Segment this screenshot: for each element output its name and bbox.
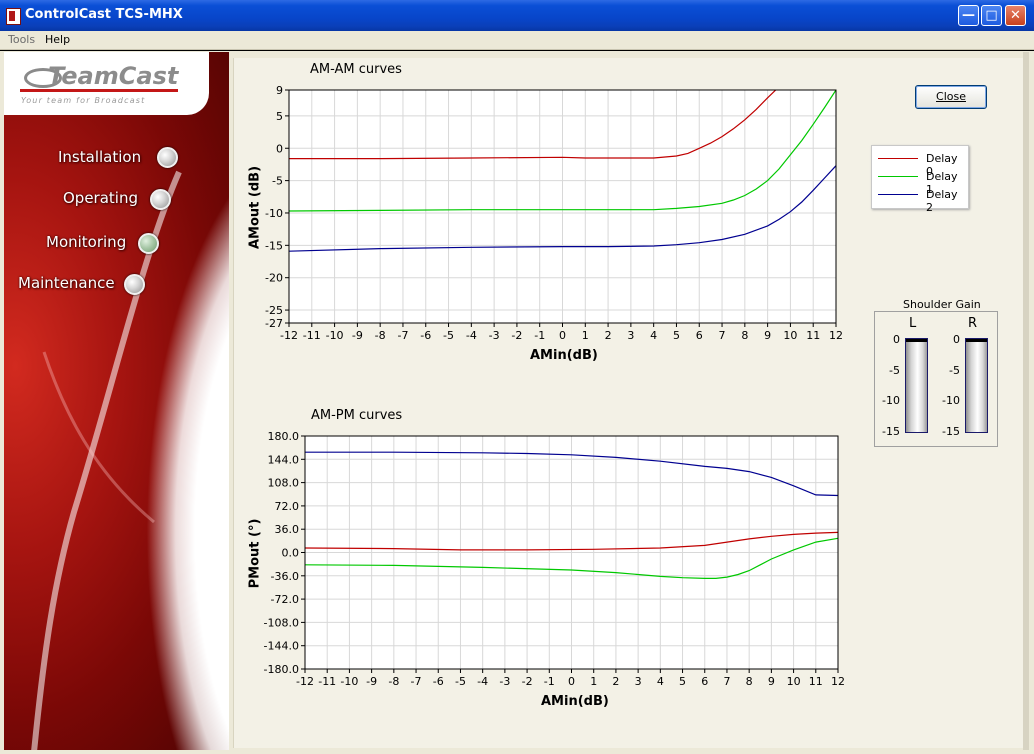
shoulder-gain-left-label: L [909,316,917,331]
sg-right-tick: -10 [942,394,960,407]
legend-swatch [878,176,918,177]
amam-x-tick-label: -3 [489,329,500,342]
amam-x-tick-label: 3 [627,329,634,342]
amam-x-tick-label: 5 [673,329,680,342]
amam-x-tick-label: 6 [696,329,703,342]
amam-x-tick-label: -8 [375,329,386,342]
chart-legend: Delay 0 Delay 1 Delay 2 [871,145,969,214]
shoulder-gain-right-meter [965,338,988,433]
legend-swatch [878,194,918,195]
amam-y-tick-label: -10 [265,207,283,220]
amam-x-tick-label: -7 [397,329,408,342]
amam-x-tick-label: 7 [719,329,726,342]
amam-x-tick-label: -12 [280,329,298,342]
amam-y-tick-label: -27 [265,317,283,330]
sg-right-tick: -15 [942,425,960,438]
meter-level-marker [966,339,987,342]
sg-left-tick: -5 [889,364,900,377]
amam-x-tick-label: 0 [559,329,566,342]
ampm-x-axis-title: AMin(dB) [541,694,609,709]
sg-right-tick: -5 [949,364,960,377]
amam-x-tick-label: -6 [420,329,431,342]
amam-y-tick-label: -25 [265,304,283,317]
amam-x-tick-label: 1 [582,329,589,342]
amam-x-tick-label: -11 [303,329,321,342]
shoulder-gain-title: Shoulder Gain [901,298,983,311]
amam-x-tick-label: -5 [443,329,454,342]
amam-x-tick-label: -1 [534,329,545,342]
amam-x-tick-label: 4 [650,329,657,342]
amam-x-tick-label: -4 [466,329,477,342]
amam-y-tick-label: -15 [265,239,283,252]
amam-x-tick-label: -2 [511,329,522,342]
close-button[interactable]: Close [915,85,987,109]
ampm-chart-title: AM-PM curves [311,408,403,423]
close-button-label: Close [936,90,966,103]
sg-left-tick: -15 [882,425,900,438]
amam-x-tick-label: -9 [352,329,363,342]
legend-swatch [878,158,918,159]
ampm-y-axis-title: PMout (°) [247,518,263,589]
amam-x-tick-label: -10 [326,329,344,342]
amam-x-tick-label: 8 [741,329,748,342]
legend-item-delay-1: Delay 1 [878,170,966,196]
shoulder-gain-right-label: R [968,316,978,331]
meter-level-marker [906,339,927,342]
legend-label: Delay 2 [926,188,958,214]
sg-right-tick: 0 [953,333,960,346]
amam-x-tick-label: 10 [783,329,797,342]
amam-y-tick-label: 5 [276,110,283,123]
amam-y-tick-label: -20 [265,272,283,285]
amam-x-tick-label: 9 [764,329,771,342]
amam-y-tick-label: 0 [276,142,283,155]
amam-x-tick-label: 2 [605,329,612,342]
amam-y-tick-label: -5 [272,175,283,188]
legend-item-delay-0: Delay 0 [878,152,966,178]
amam-y-tick-label: 9 [276,84,283,97]
sg-left-tick: -10 [882,394,900,407]
shoulder-gain-left-meter [905,338,928,433]
amam-x-tick-label: 11 [806,329,820,342]
legend-item-delay-2: Delay 2 [878,188,966,214]
amam-x-tick-label: 12 [829,329,843,342]
sg-left-tick: 0 [893,333,900,346]
